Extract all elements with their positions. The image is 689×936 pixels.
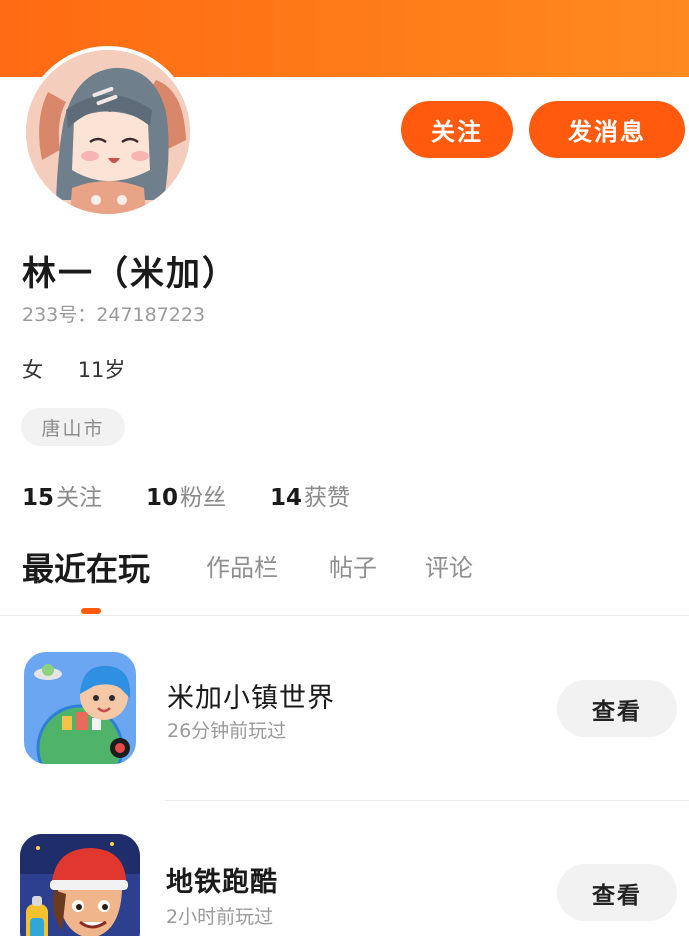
active-tab-indicator [81,608,101,614]
tab-posts[interactable]: 帖子 [329,548,377,583]
stat-fans[interactable]: 10 粉丝 [146,478,226,512]
stat-following[interactable]: 15 关注 [22,478,102,512]
gender-label: 女 [22,358,43,382]
tabs-divider [0,615,689,616]
profile-page: 关注 发消息 林一（米加） 233号：247187223 女 11岁 唐山市 1… [0,0,689,936]
game-title: 地铁跑酷 [166,867,278,898]
user-id: 233号：247187223 [22,304,206,326]
subway-surfers-app-icon [20,834,140,936]
stat-value: 15 [22,485,55,511]
send-message-button[interactable]: 发消息 [529,101,685,158]
miga-world-app-icon [24,652,136,764]
gender-age: 女 11岁 [22,354,125,384]
list-item[interactable]: 米加小镇世界 26分钟前玩过 查看 [0,640,689,780]
stat-label: 关注 [56,485,103,511]
avatar[interactable] [22,46,194,218]
last-played-time: 2小时前玩过 [166,906,274,928]
list-item[interactable]: 地铁跑酷 2小时前玩过 查看 [0,822,689,936]
view-button[interactable]: 查看 [557,680,677,737]
stat-label: 粉丝 [180,485,227,511]
tab-recently-played[interactable]: 最近在玩 [22,544,150,590]
stats-bar: 15 关注 10 粉丝 14 获赞 [22,478,394,512]
tab-comments[interactable]: 评论 [425,548,473,583]
list-divider [165,800,689,801]
city-tag: 唐山市 [21,408,125,446]
anime-girl-avatar-icon [26,50,190,214]
last-played-time: 26分钟前玩过 [167,720,287,742]
profile-name: 林一（米加） [22,254,238,294]
stat-value: 14 [270,485,303,511]
follow-button[interactable]: 关注 [401,101,513,158]
game-title: 米加小镇世界 [167,683,335,714]
view-button[interactable]: 查看 [557,864,677,921]
stat-likes: 14 获赞 [270,478,350,512]
tab-works[interactable]: 作品栏 [206,548,278,583]
stat-label: 获赞 [304,485,351,511]
age-label: 11岁 [77,358,126,382]
stat-value: 10 [146,485,179,511]
